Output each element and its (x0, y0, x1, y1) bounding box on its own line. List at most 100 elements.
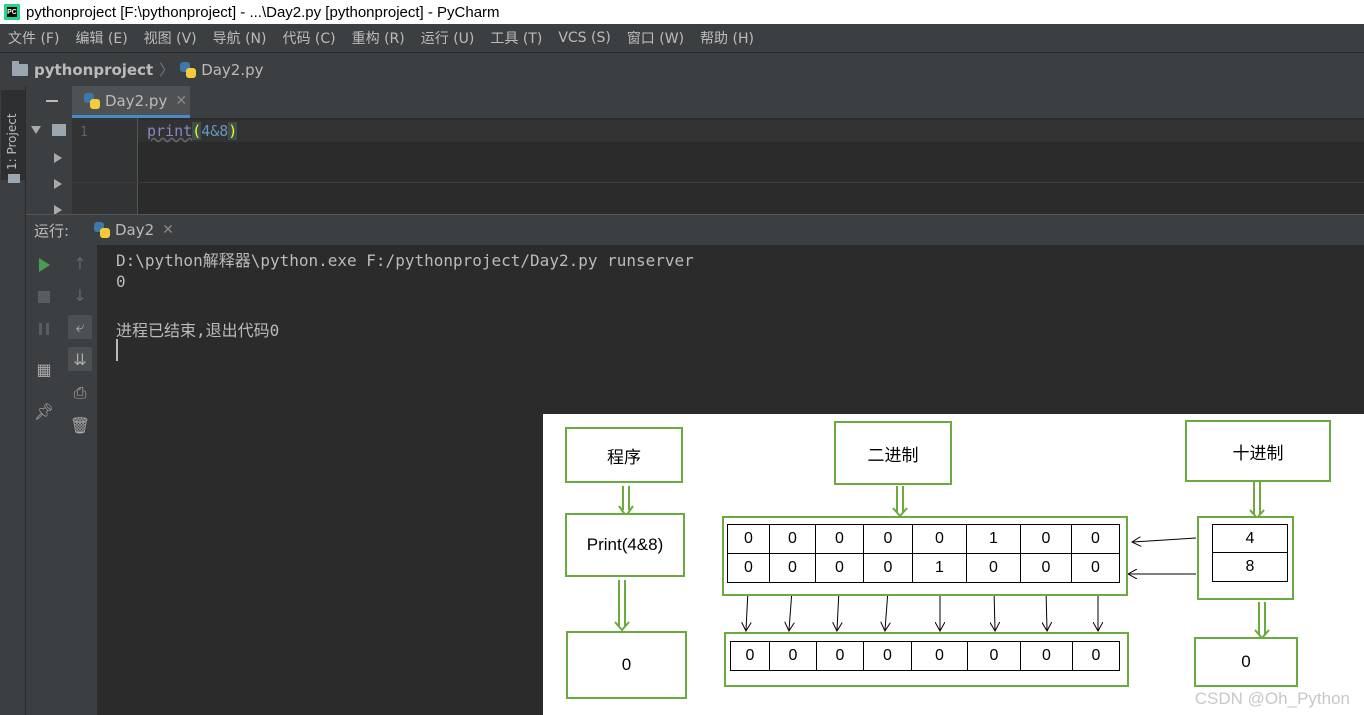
decimal-title-box: 十进制 (1185, 420, 1331, 482)
folder-icon (52, 124, 66, 136)
menu-refactor[interactable]: 重构 (R) (344, 28, 413, 48)
close-icon[interactable]: ✕ (175, 93, 187, 109)
clear-button[interactable]: 🗑︎ (68, 413, 92, 437)
print-icon: ⎙ (73, 383, 87, 402)
console-line-command: D:\python解释器\python.exe F:/pythonproject… (116, 251, 694, 270)
console-line-exit: 进程已结束,退出代码0 (116, 321, 280, 340)
bit-cell: 0 (1021, 554, 1072, 582)
binary-title-box: 二进制 (834, 421, 952, 485)
binary-result-row: 0 0 0 0 0 0 0 0 (730, 641, 1120, 671)
decimal-cell: 8 (1245, 558, 1255, 575)
bit-cell: 0 (1091, 647, 1101, 664)
breadcrumb-project[interactable]: pythonproject (34, 61, 153, 79)
bit-cell: 0 (770, 642, 817, 670)
current-line-highlight (138, 120, 1364, 142)
menu-tools[interactable]: 工具 (T) (482, 28, 550, 48)
stop-button[interactable] (32, 285, 56, 309)
tab-day2-py[interactable]: Day2.py ✕ (72, 86, 190, 118)
bit-cell: 0 (864, 554, 913, 582)
program-expr: Print(4&8) (586, 535, 664, 554)
pycharm-icon: PC (4, 4, 20, 20)
project-tool-tab-label: 1: Project (5, 113, 19, 170)
menu-run[interactable]: 运行 (U) (413, 28, 483, 48)
python-file-icon (84, 92, 100, 109)
binary-row-4: 0 0 0 0 0 1 0 0 (727, 524, 1120, 553)
breadcrumb: pythonproject 〉 Day2.py (0, 52, 1364, 86)
print-button[interactable]: ⎙ (68, 381, 92, 405)
menu-file[interactable]: 文件 (F) (0, 28, 67, 48)
bit-cell: 0 (728, 525, 770, 553)
arrow-up-icon: ↑ (73, 253, 87, 273)
run-tab-label: Day2 (115, 221, 155, 239)
code-paren-close: ) (228, 122, 238, 140)
explanation-diagram: 程序 二进制 十进制 Print(4&8) 0 0 0 0 0 0 1 0 0 … (543, 414, 1364, 715)
bit-cell: 0 (1021, 642, 1073, 670)
code-line[interactable]: print(4&8) (147, 122, 238, 140)
project-panel (26, 86, 72, 215)
folder-icon (12, 60, 28, 76)
program-title-box: 程序 (565, 427, 683, 483)
binary-title: 二进制 (867, 445, 919, 465)
decimal-result: 0 (1241, 652, 1251, 671)
bit-cell: 0 (731, 642, 770, 670)
tree-collapse-icon[interactable] (54, 179, 62, 189)
bit-cell: 0 (817, 642, 864, 670)
pin-button[interactable]: 📌︎ (32, 399, 56, 423)
decimal-cell: 4 (1213, 525, 1287, 553)
pause-button[interactable] (32, 317, 56, 341)
up-button[interactable]: ↑ (68, 251, 92, 275)
watermark: CSDN @Oh_Python (1194, 689, 1350, 708)
chevron-right-icon: 〉 (159, 61, 175, 79)
rerun-button[interactable] (32, 253, 56, 277)
menu-edit[interactable]: 编辑 (E) (67, 28, 135, 48)
bit-cell: 0 (1091, 530, 1100, 547)
bit-cell: 0 (864, 642, 912, 670)
breadcrumb-file[interactable]: Day2.py (201, 61, 263, 79)
bit-cell: 0 (968, 642, 1021, 670)
title-bar: PC pythonproject [F:\pythonproject] - ..… (0, 0, 1364, 24)
arrow-down-icon: ↓ (73, 285, 87, 305)
decimal-result-box: 0 (1194, 637, 1298, 687)
menu-window[interactable]: 窗口 (W) (619, 28, 692, 48)
tree-expand-icon[interactable] (31, 126, 41, 134)
menu-help[interactable]: 帮助 (H) (692, 28, 762, 48)
python-file-icon (180, 61, 197, 78)
bit-cell: 0 (816, 554, 864, 582)
run-panel-header: 运行: Day2 ✕ (26, 214, 1364, 245)
soft-wrap-button[interactable]: ⤶ (68, 315, 92, 339)
bit-cell: 0 (912, 642, 968, 670)
wrap-icon: ⤶ (75, 317, 85, 336)
run-toolbar-primary: ▦ 📌︎ (26, 245, 62, 715)
menu-code[interactable]: 代码 (C) (274, 28, 343, 48)
bit-cell: 0 (728, 554, 770, 582)
line-number: 1 (80, 125, 88, 140)
play-icon (38, 258, 50, 272)
code-paren-open: ( (192, 122, 202, 140)
divider (72, 182, 1364, 183)
code-editor[interactable]: print(4&8) (138, 118, 1364, 214)
bit-cell: 0 (864, 525, 913, 553)
window-title: pythonproject [F:\pythonproject] - ...\D… (26, 3, 500, 21)
project-tool-tab[interactable]: 1: Project (1, 90, 25, 183)
close-icon[interactable]: ✕ (162, 222, 174, 238)
down-button[interactable]: ↓ (68, 283, 92, 307)
run-toolbar-secondary: ↑ ↓ ⤶ ⇊ ⎙ 🗑︎ (62, 245, 98, 715)
run-label: 运行: (34, 221, 70, 240)
code-args: 4&8 (201, 122, 229, 140)
program-title: 程序 (607, 447, 641, 467)
editor-gutter: 1 (72, 118, 138, 214)
bit-cell: 0 (770, 554, 816, 582)
menu-view[interactable]: 视图 (V) (136, 28, 205, 48)
bit-cell: 0 (913, 525, 967, 553)
menu-vcs[interactable]: VCS (S) (550, 30, 619, 46)
tree-collapse-icon[interactable] (54, 153, 62, 163)
pin-icon: 📌︎ (33, 401, 55, 421)
menu-navigate[interactable]: 导航 (N) (205, 28, 275, 48)
minimize-icon[interactable] (46, 100, 58, 102)
bit-cell: 0 (816, 525, 864, 553)
bit-cell: 0 (1021, 525, 1072, 553)
layout-button[interactable]: ▦ (32, 357, 56, 381)
scroll-to-end-button[interactable]: ⇊ (68, 347, 92, 371)
run-tab-day2[interactable]: Day2 ✕ (86, 215, 196, 245)
stop-icon (38, 291, 50, 303)
